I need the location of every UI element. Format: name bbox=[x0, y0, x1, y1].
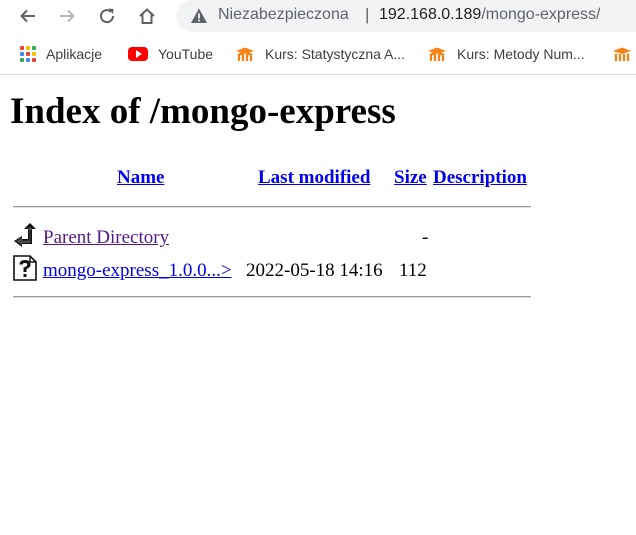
bookmark-label: Kurs: Metody Num... bbox=[457, 46, 585, 62]
warning-icon[interactable] bbox=[190, 7, 208, 25]
reload-button[interactable] bbox=[93, 2, 121, 30]
browser-toolbar: Niezabezpieczona | 192.168.0.189/mongo-e… bbox=[0, 0, 636, 34]
bookmark-overflow[interactable] bbox=[612, 44, 632, 64]
file-size: 112 bbox=[399, 260, 427, 281]
moodle-icon bbox=[613, 47, 631, 61]
table-divider-top bbox=[13, 206, 531, 208]
file-size: - bbox=[422, 227, 429, 248]
forward-button[interactable] bbox=[53, 2, 81, 30]
unknown-file-icon bbox=[13, 255, 37, 281]
bookmark-label: Kurs: Statystyczna A... bbox=[265, 46, 406, 62]
directory-listing-page: Index of /mongo-express Name Last modifi… bbox=[0, 75, 636, 535]
parent-directory-icon bbox=[14, 223, 36, 247]
column-header-description[interactable]: Description bbox=[433, 167, 527, 189]
address-bar[interactable]: Niezabezpieczona | 192.168.0.189/mongo-e… bbox=[176, 0, 636, 32]
column-header-size[interactable]: Size bbox=[394, 167, 427, 189]
bookmark-kurs-metody[interactable]: Kurs: Metody Num... bbox=[427, 44, 585, 64]
apps-grid-icon bbox=[20, 46, 36, 62]
bookmark-youtube[interactable]: YouTube bbox=[128, 44, 213, 64]
bookmark-apps[interactable]: Aplikacje bbox=[20, 44, 102, 64]
url-host: 192.168.0.189 bbox=[379, 6, 482, 23]
bookmark-kurs-statystyczna[interactable]: Kurs: Statystyczna A... bbox=[235, 44, 405, 64]
column-header-last-modified[interactable]: Last modified bbox=[258, 167, 370, 189]
moodle-icon bbox=[428, 47, 446, 61]
parent-directory-link[interactable]: Parent Directory bbox=[43, 227, 169, 249]
url-text[interactable]: 192.168.0.189/mongo-express/ bbox=[379, 6, 601, 24]
url-path: /mongo-express/ bbox=[481, 6, 601, 23]
home-icon bbox=[139, 8, 155, 24]
file-link[interactable]: mongo-express_1.0.0...> bbox=[43, 260, 232, 282]
bookmarks-bar: Aplikacje YouTube Kurs: Statystyczna A..… bbox=[0, 36, 636, 75]
back-button[interactable] bbox=[14, 2, 42, 30]
column-header-name[interactable]: Name bbox=[117, 167, 164, 189]
youtube-icon bbox=[128, 47, 148, 61]
bookmark-label: YouTube bbox=[158, 46, 214, 62]
last-modified: 2022-05-18 14:16 bbox=[246, 260, 383, 281]
reload-icon bbox=[100, 8, 115, 24]
home-button[interactable] bbox=[133, 2, 161, 30]
page-title: Index of /mongo-express bbox=[10, 91, 396, 132]
moodle-icon bbox=[236, 47, 254, 61]
back-arrow-icon bbox=[20, 9, 35, 23]
omnibox-separator: | bbox=[365, 5, 370, 24]
table-divider-bottom bbox=[13, 296, 531, 298]
security-status-label[interactable]: Niezabezpieczona bbox=[218, 6, 349, 24]
forward-arrow-icon bbox=[60, 9, 75, 23]
bookmark-label: Aplikacje bbox=[46, 46, 103, 62]
